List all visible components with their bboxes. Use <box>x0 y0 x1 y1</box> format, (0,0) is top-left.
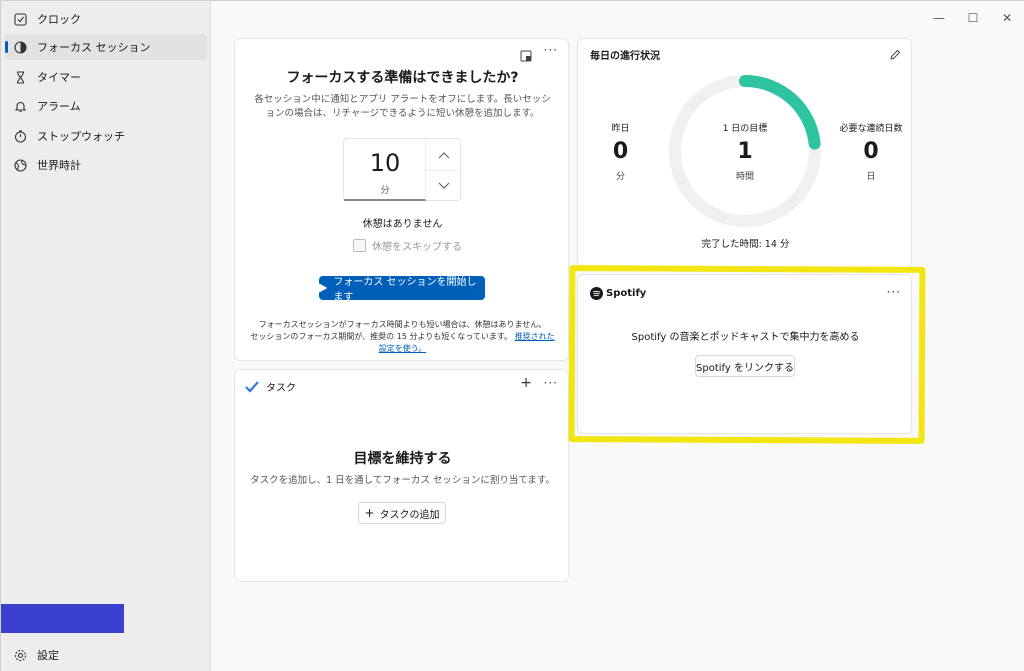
goal-label: 1 日の目標 <box>722 124 768 134</box>
sidebar-item-label: ストップウォッチ <box>37 130 125 143</box>
play-icon <box>319 283 328 293</box>
sidebar-item-clock[interactable]: クロック <box>5 6 207 32</box>
sidebar-item-stopwatch[interactable]: ストップウォッチ <box>5 123 207 149</box>
increase-duration-button[interactable] <box>426 139 461 170</box>
sidebar: クロック フォーカス セッション タイマー アラーム ストップウォッチ 世界時計… <box>1 1 211 671</box>
plus-icon: + <box>364 506 375 520</box>
sidebar-item-timer[interactable]: タイマー <box>5 64 207 90</box>
globe-icon <box>13 158 27 172</box>
daily-progress-title: 毎日の進行状況 <box>590 51 660 62</box>
focus-card: ··· フォーカスする準備はできましたか? 各セッション中に通知とアプリ アラー… <box>234 38 569 361</box>
close-button[interactable]: ✕ <box>997 11 1017 25</box>
break-status: 休憩はありません <box>362 219 443 230</box>
focus-title: フォーカスする準備はできましたか? <box>286 70 519 86</box>
checkbox-box[interactable] <box>353 239 366 252</box>
tasks-card: タスク + ··· 目標を維持する タスクを追加し、1 日を通してフォーカス セ… <box>234 369 569 582</box>
duration-stepper[interactable]: 10 分 <box>343 138 461 201</box>
completed-time: 完了した時間: 14 分 <box>701 239 790 250</box>
start-focus-label: フォーカス セッションを開始します <box>333 277 477 303</box>
tasks-header: タスク <box>245 379 296 394</box>
duration-unit: 分 <box>380 186 390 196</box>
add-task-button[interactable]: + タスクの追加 <box>358 502 446 524</box>
tasks-more-options-icon[interactable]: ··· <box>544 376 558 390</box>
yesterday-unit: 分 <box>615 172 625 182</box>
sidebar-item-label: タイマー <box>37 71 81 84</box>
sidebar-item-label: 設定 <box>37 649 59 662</box>
decrease-duration-button[interactable] <box>426 170 461 201</box>
sidebar-item-settings[interactable]: 設定 <box>5 642 207 668</box>
start-focus-button[interactable]: フォーカス セッションを開始します <box>319 276 485 303</box>
skip-break-label: 休憩をスキップする <box>372 242 462 253</box>
yesterday-label: 昨日 <box>611 124 630 134</box>
minimize-button[interactable]: — <box>929 11 949 25</box>
maximize-button[interactable]: ☐ <box>963 11 983 25</box>
todo-check-icon <box>245 380 259 393</box>
edit-icon[interactable] <box>889 46 901 65</box>
stopwatch-icon <box>13 129 27 143</box>
sidebar-item-label: アラーム <box>37 100 81 113</box>
app-window: クロック フォーカス セッション タイマー アラーム ストップウォッチ 世界時計… <box>0 0 1024 671</box>
redaction-block <box>1 604 124 633</box>
focus-icon <box>13 40 27 54</box>
goal-unit: 時間 <box>735 172 754 182</box>
add-task-label: タスクの追加 <box>379 509 440 521</box>
highlight-annotation <box>568 265 926 444</box>
tasks-title: タスク <box>266 383 296 394</box>
goal-value: 1 <box>737 139 753 164</box>
chevron-up-icon <box>438 151 449 158</box>
focus-note-line2: セッションのフォーカス期間が、推奨の 15 分よりも短くなっています。 <box>250 332 513 341</box>
focus-description: 各セッション中に通知とアプリ アラートをオフにします。長いセッションの場合は、リ… <box>254 94 551 119</box>
gear-icon <box>13 648 27 662</box>
sidebar-item-label: フォーカス セッション <box>37 41 151 54</box>
daily-progress-card: 毎日の進行状況 昨日 0 分 1 日の目標 1 時間 必要な連続日数 0 日 完… <box>577 38 912 268</box>
chevron-down-icon <box>438 182 449 189</box>
sidebar-item-world-clock[interactable]: 世界時計 <box>5 152 207 178</box>
skip-break-checkbox[interactable]: 休憩をスキップする <box>353 238 462 253</box>
compact-mode-icon[interactable] <box>520 47 532 66</box>
streak-value: 0 <box>863 139 879 164</box>
sidebar-item-focus-session[interactable]: フォーカス セッション <box>5 34 207 60</box>
sidebar-item-alarm[interactable]: アラーム <box>5 93 207 119</box>
streak-unit: 日 <box>866 172 876 182</box>
streak-label: 必要な連続日数 <box>839 124 903 134</box>
duration-value: 10 <box>369 149 401 177</box>
focus-note-line1: フォーカスセッションがフォーカス時間よりも短い場合は、休憩はありません。 <box>258 320 547 329</box>
add-task-icon[interactable]: + <box>520 375 532 391</box>
hourglass-icon <box>13 70 27 84</box>
focus-note: フォーカスセッションがフォーカス時間よりも短い場合は、休憩はありません。 セッシ… <box>247 319 558 355</box>
tasks-description: タスクを追加し、1 日を通してフォーカス セッションに割り当てます。 <box>250 475 555 486</box>
clock-icon <box>13 12 27 26</box>
sidebar-item-label: クロック <box>37 13 81 26</box>
tasks-heading: 目標を維持する <box>353 451 452 467</box>
sidebar-item-label: 世界時計 <box>37 159 81 172</box>
yesterday-value: 0 <box>612 139 629 164</box>
more-options-icon[interactable]: ··· <box>544 43 558 57</box>
bell-icon <box>13 99 27 113</box>
